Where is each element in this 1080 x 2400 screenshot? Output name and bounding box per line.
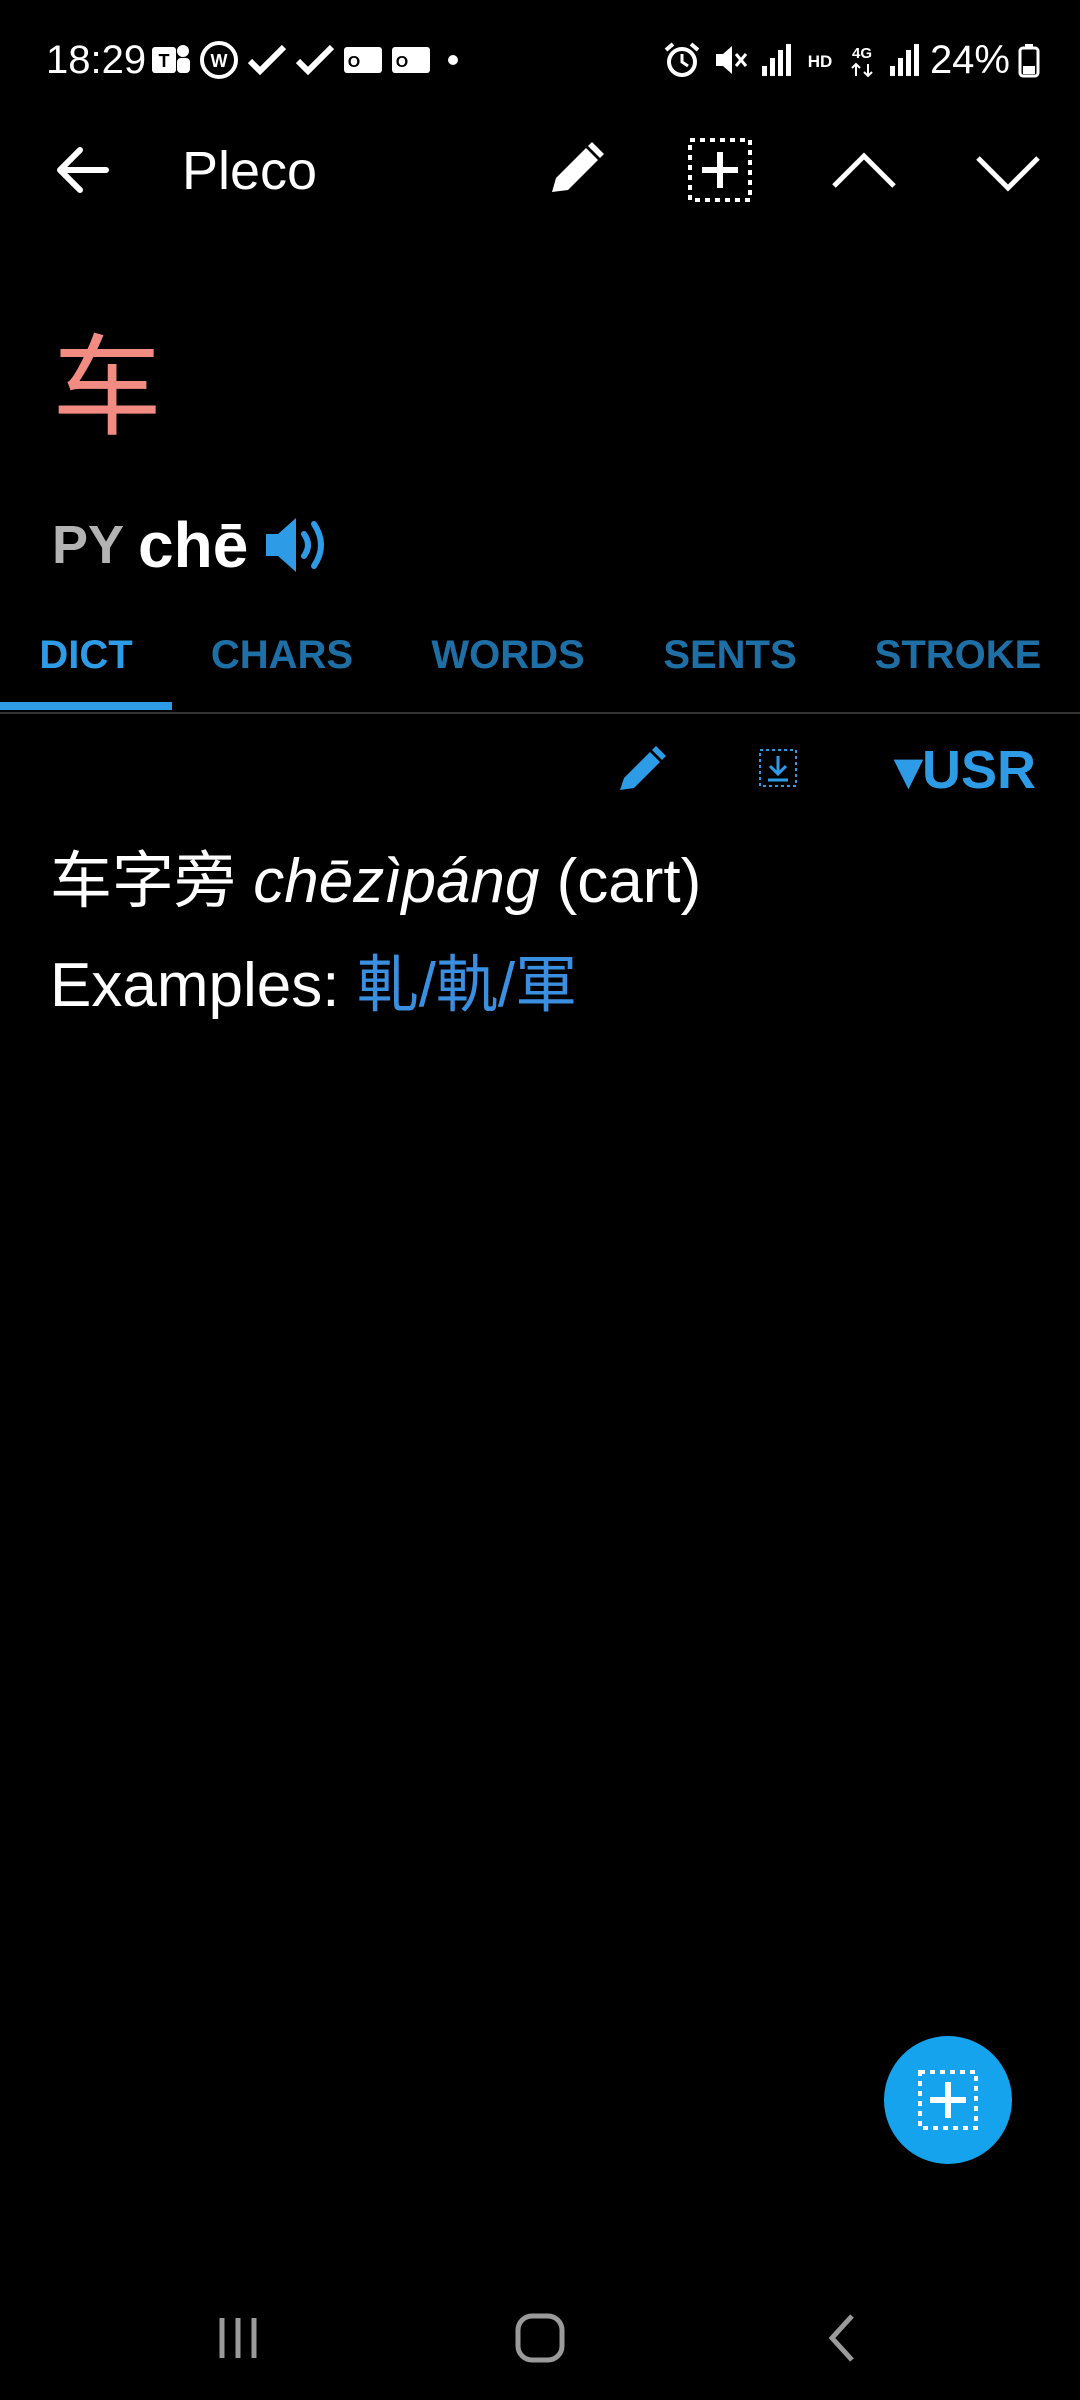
dictionary-selector[interactable]: ▾USR <box>895 738 1036 802</box>
hd-icon: HD <box>808 52 833 71</box>
back-arrow-icon <box>57 147 109 193</box>
status-bar: 18:29 T W O O HD 4G 24% <box>0 0 1080 120</box>
tab-stroke[interactable]: STROKE <box>860 620 1056 712</box>
edit-button[interactable] <box>536 136 616 206</box>
definition-line: 车字旁 chēzìpáng (cart) <box>50 830 1030 934</box>
radical-pinyin: chēzìpáng <box>253 847 540 916</box>
check-icon <box>295 44 335 76</box>
system-status: HD 4G 24% <box>662 36 1040 84</box>
signal-r-icon <box>761 44 791 76</box>
tab-words[interactable]: WORDS <box>418 620 598 712</box>
home-icon <box>515 2313 565 2363</box>
svg-text:O: O <box>396 54 408 71</box>
add-flashcard-icon <box>688 138 752 202</box>
previous-entry-button[interactable] <box>824 136 904 206</box>
radical-gloss: (cart) <box>556 847 702 916</box>
dot-icon <box>448 55 458 65</box>
chevron-up-icon <box>832 152 896 188</box>
save-entry-icon[interactable] <box>756 746 800 790</box>
navigation-bar <box>0 2268 1080 2400</box>
add-flashcard-icon <box>918 2070 978 2130</box>
back-button[interactable] <box>50 140 120 200</box>
signal-icon <box>889 44 919 76</box>
battery-icon <box>1018 44 1040 78</box>
examples-label: Examples: <box>50 951 340 1020</box>
notification-icons: T W O O <box>150 36 468 84</box>
status-time: 18:29 <box>46 38 147 82</box>
svg-text:4G: 4G <box>852 45 872 62</box>
next-entry-button[interactable] <box>968 136 1048 206</box>
check-icon <box>247 44 287 76</box>
add-flashcard-fab[interactable] <box>884 2036 1012 2164</box>
pinyin: chē <box>138 509 249 581</box>
recents-button[interactable] <box>178 2298 298 2378</box>
alarm-icon <box>664 42 700 77</box>
add-flashcard-button[interactable] <box>680 136 760 206</box>
4g-icon: 4G <box>851 45 873 78</box>
svg-text:HD: HD <box>808 52 833 71</box>
pinyin-row: PY chē <box>52 500 332 590</box>
edit-definition-icon[interactable] <box>612 738 672 798</box>
svg-text:T: T <box>159 51 170 71</box>
tab-chars[interactable]: CHARS <box>196 620 368 712</box>
entry-toolbar: ▾USR <box>0 720 1080 820</box>
headword[interactable]: 车 <box>52 318 162 458</box>
chevron-down-icon <box>976 156 1040 192</box>
examples-line: Examples: 軋/軌/軍 <box>50 934 1030 1038</box>
pencil-icon <box>552 142 604 192</box>
back-nav-button[interactable] <box>784 2298 904 2378</box>
home-button[interactable] <box>480 2298 600 2378</box>
battery-percent: 24% <box>929 37 1010 82</box>
back-chevron-icon <box>828 2314 854 2362</box>
tab-sents[interactable]: SENTS <box>640 620 820 712</box>
outlook-icon: O <box>392 47 430 73</box>
tab-indicator <box>0 702 172 710</box>
speaker-icon[interactable] <box>262 512 332 578</box>
pinyin-label: PY <box>52 515 125 575</box>
definition: 车字旁 chēzìpáng (cart) Examples: 軋/軌/軍 <box>50 830 1030 1038</box>
examples-links[interactable]: 軋/軌/軍 <box>357 951 577 1020</box>
radical-name: 车字旁 <box>50 847 237 916</box>
teams-icon: T <box>152 45 190 73</box>
mute-icon <box>715 46 748 74</box>
whatsapp-icon: W <box>200 41 238 79</box>
svg-text:O: O <box>348 54 360 71</box>
app-title: Pleco <box>182 141 318 201</box>
outlook-icon: O <box>344 47 382 73</box>
tab-bar: DICT CHARS WORDS SENTS STROKE <box>0 620 1080 714</box>
recents-icon <box>219 2318 257 2358</box>
app-bar: Pleco <box>0 120 1080 220</box>
tab-dict[interactable]: DICT <box>0 620 172 712</box>
svg-text:W: W <box>211 51 228 71</box>
